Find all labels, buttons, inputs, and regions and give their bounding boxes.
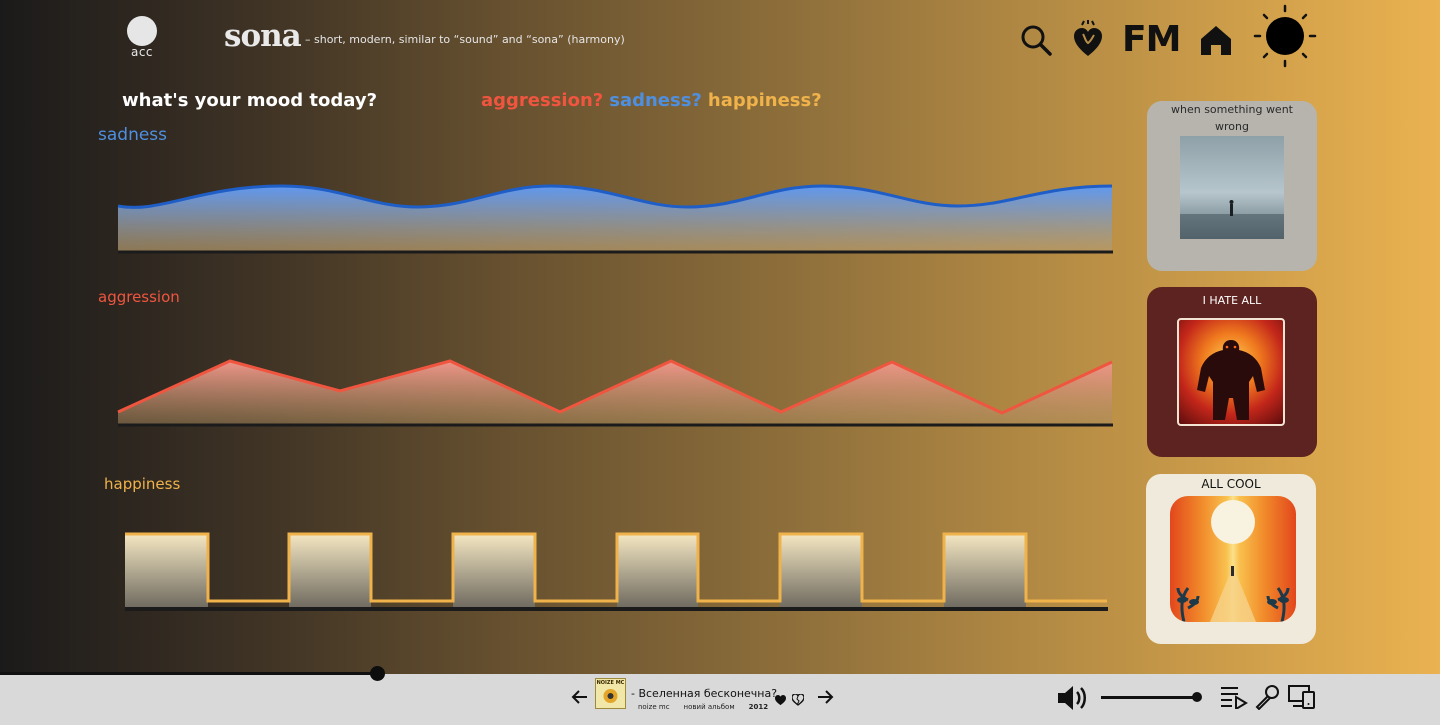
playlist-card-happy[interactable]: ALL COOL [1146, 474, 1316, 644]
happiness-wave [125, 532, 1108, 611]
track-title[interactable]: - Вселенная бесконечна? [631, 687, 777, 700]
playlist-cover [1170, 496, 1296, 622]
microphone-icon[interactable] [1254, 684, 1280, 714]
track-album[interactable]: новий альбом [684, 703, 735, 711]
like-heart-icon[interactable] [775, 691, 786, 710]
queue-icon[interactable] [1220, 685, 1248, 713]
playlist-title: I HATE ALL [1202, 294, 1262, 307]
playlist-card-aggression[interactable]: I HATE ALL [1147, 287, 1317, 457]
track-meta: noize mc новий альбом 2012 [638, 703, 782, 711]
playlist-title: ALL COOL [1201, 477, 1261, 491]
playlist-title: when something went wrong [1171, 103, 1293, 133]
track-year: 2012 [748, 703, 769, 711]
next-arrow-icon[interactable] [816, 688, 834, 710]
progress-handle[interactable] [370, 666, 385, 681]
volume-handle[interactable] [1192, 692, 1202, 702]
aggression-wave [117, 359, 1113, 427]
devices-icon[interactable] [1288, 684, 1316, 714]
playlist-cover [1177, 318, 1285, 426]
progress-bar[interactable] [0, 672, 378, 675]
sadness-wave [117, 184, 1113, 254]
track-cover[interactable]: NOIZE MC [595, 678, 626, 709]
prev-arrow-icon[interactable] [571, 688, 589, 710]
track-artist[interactable]: noize mc [638, 703, 670, 711]
volume-icon[interactable] [1056, 683, 1088, 717]
playlist-cover [1180, 136, 1284, 239]
volume-slider[interactable] [1101, 696, 1198, 699]
playlist-card-sad[interactable]: when something went wrong [1147, 101, 1317, 271]
dislike-heart-icon[interactable] [791, 691, 805, 710]
